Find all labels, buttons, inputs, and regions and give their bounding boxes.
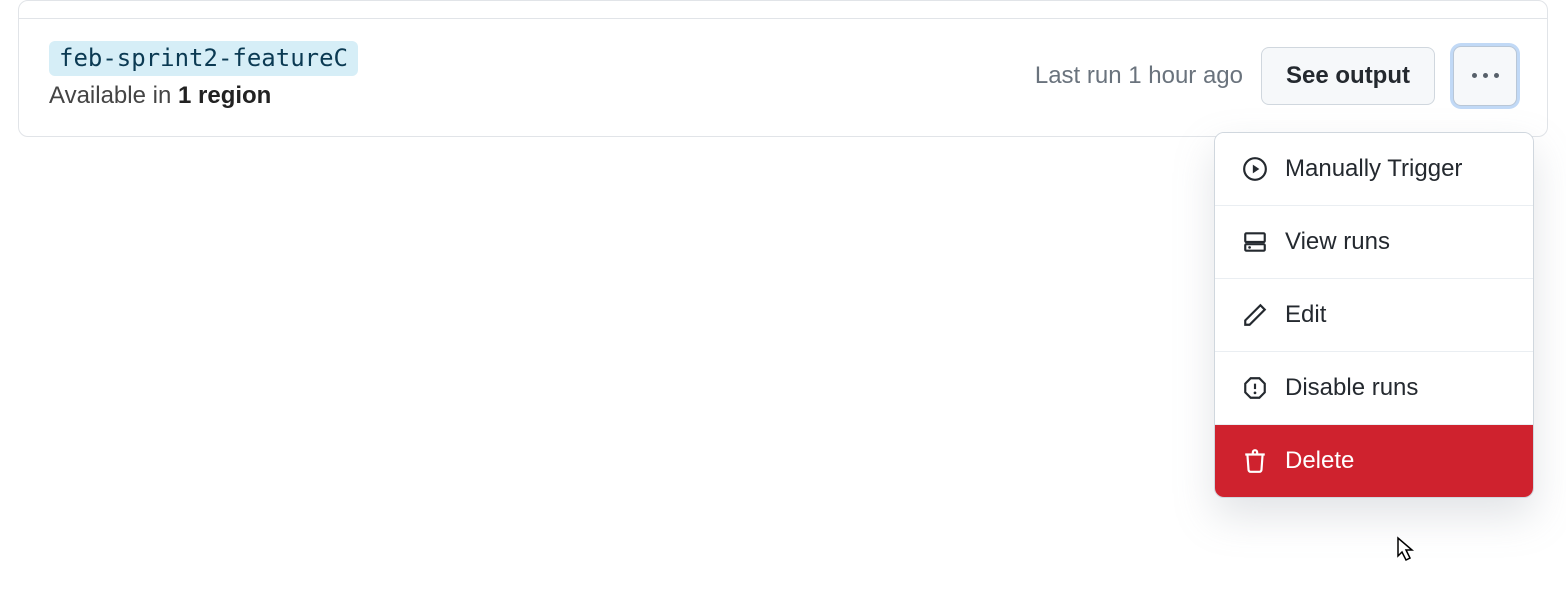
menu-item-manually-trigger[interactable]: Manually Trigger — [1215, 133, 1533, 206]
cursor-pointer-icon — [1390, 536, 1418, 568]
job-row: feb-sprint2-featureC Available in 1 regi… — [19, 19, 1547, 136]
menu-item-delete[interactable]: Delete — [1215, 425, 1533, 497]
menu-item-view-runs[interactable]: View runs — [1215, 206, 1533, 279]
menu-label: Delete — [1285, 447, 1354, 475]
job-availability: Available in 1 region — [49, 82, 358, 110]
trash-icon — [1241, 447, 1269, 475]
menu-label: Manually Trigger — [1285, 155, 1462, 183]
actions-dropdown: Manually Trigger View runs Edit Disable … — [1214, 132, 1534, 498]
more-actions-button[interactable] — [1453, 46, 1517, 106]
card-previous-segment — [19, 1, 1547, 19]
job-info: feb-sprint2-featureC Available in 1 regi… — [49, 41, 358, 110]
server-icon — [1241, 228, 1269, 256]
alert-octagon-icon — [1241, 374, 1269, 402]
job-card: feb-sprint2-featureC Available in 1 regi… — [18, 0, 1548, 137]
pencil-icon — [1241, 301, 1269, 329]
see-output-button[interactable]: See output — [1261, 47, 1435, 105]
availability-region-count: 1 region — [178, 82, 271, 109]
job-tag: feb-sprint2-featureC — [49, 41, 358, 76]
availability-prefix: Available in — [49, 82, 178, 109]
menu-item-edit[interactable]: Edit — [1215, 279, 1533, 352]
menu-label: Edit — [1285, 301, 1326, 329]
menu-item-disable-runs[interactable]: Disable runs — [1215, 352, 1533, 425]
ellipsis-icon — [1472, 73, 1499, 78]
last-run-text: Last run 1 hour ago — [1035, 62, 1243, 90]
menu-label: Disable runs — [1285, 374, 1418, 402]
play-circle-icon — [1241, 155, 1269, 183]
menu-label: View runs — [1285, 228, 1390, 256]
job-actions: Last run 1 hour ago See output — [1035, 46, 1517, 106]
